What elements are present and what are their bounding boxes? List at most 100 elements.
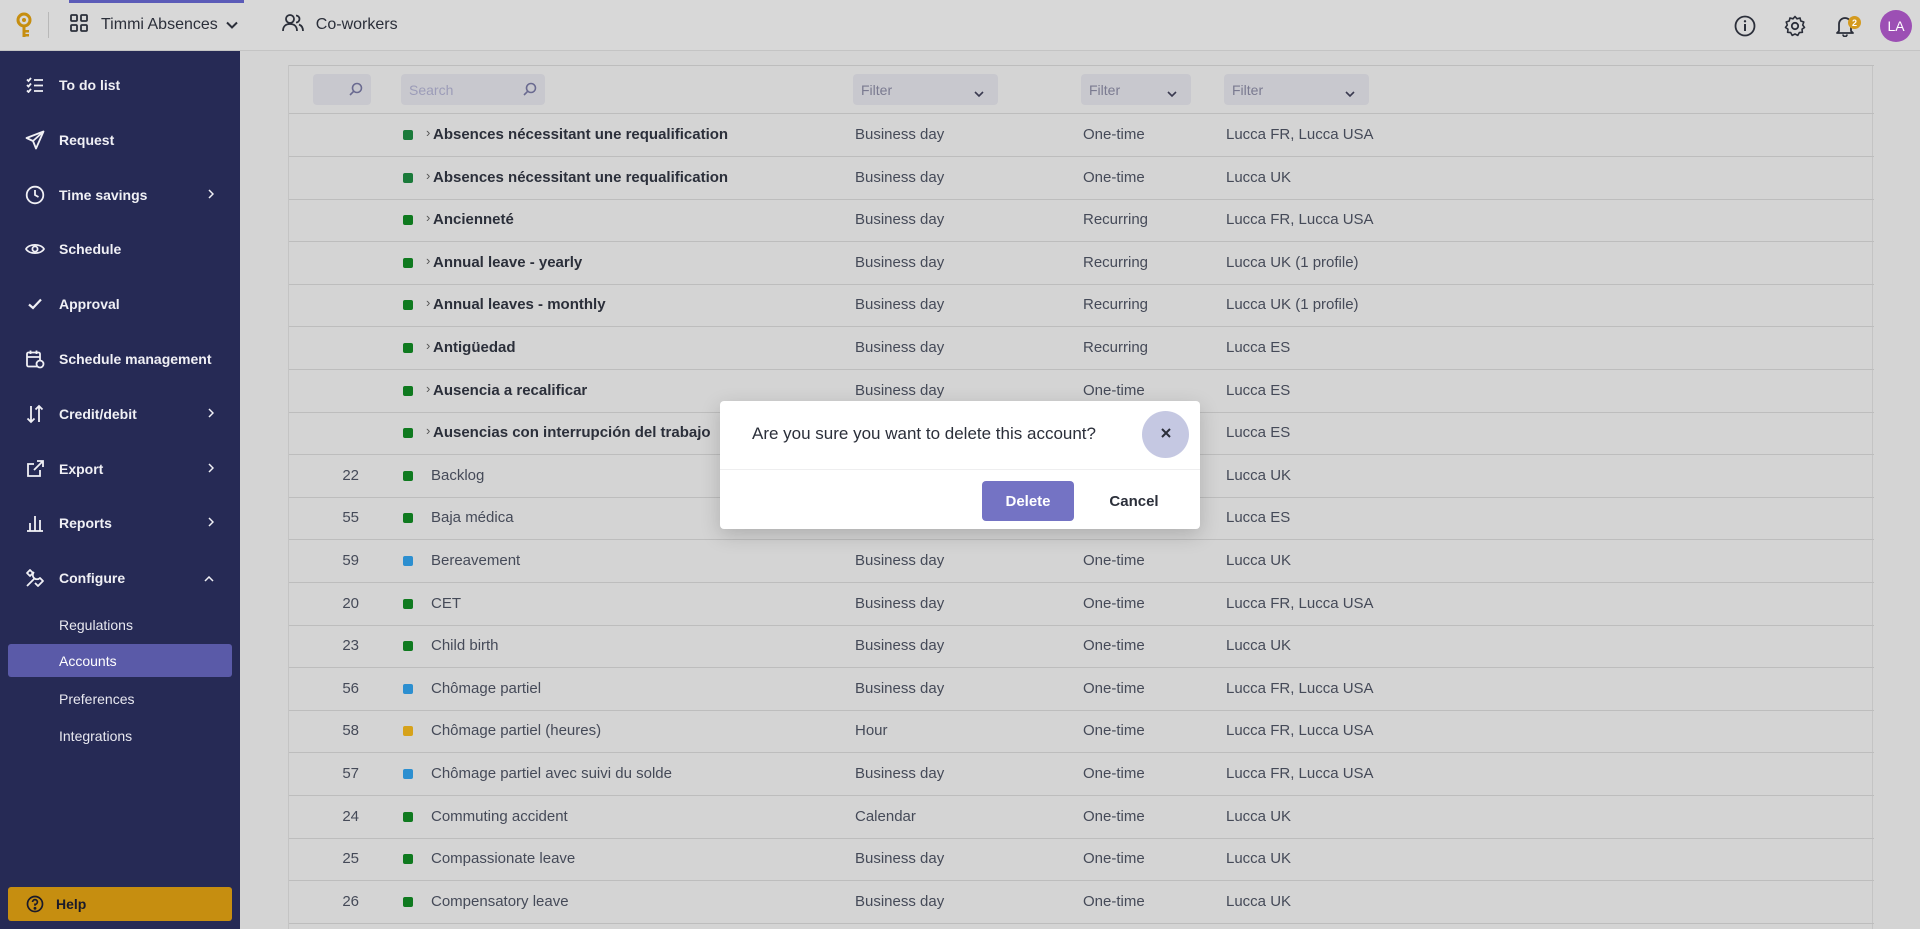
table-row[interactable]: Ancienneté Business day Recurring Lucca FR,…: [289, 199, 1874, 243]
account-name[interactable]: Ausencias con interrupción del trabajo: [426, 423, 711, 441]
type-filter-select[interactable]: Filter: [1081, 74, 1191, 105]
table-row[interactable]: Antigüedad Business day Recurring Lucca ES: [289, 327, 1874, 370]
table-row[interactable]: 24 Commuting accident Calendar One-time Lucc…: [289, 796, 1874, 839]
account-id: 56: [342, 679, 359, 697]
eye-icon: [25, 239, 45, 259]
account-color-swatch: [403, 683, 413, 694]
account-name[interactable]: Antigüedad: [426, 338, 515, 356]
sidebar-subitem-preferences[interactable]: Preferences: [8, 682, 232, 715]
account-scope: Lucca FR, Lucca USA: [1226, 126, 1374, 143]
table-row[interactable]: 23 Child birth Business day One-time Lucca U…: [289, 625, 1874, 669]
lucca-logo-icon[interactable]: [0, 12, 48, 38]
account-unit: Business day: [855, 552, 945, 569]
sidebar-item-time-savings[interactable]: Time savings: [0, 173, 240, 217]
sidebar-subitem-accounts[interactable]: Accounts: [8, 644, 232, 677]
account-color-swatch: [403, 172, 413, 183]
sidebar-item-credit-debit[interactable]: Credit/debit: [0, 392, 240, 436]
account-name: Commuting accident: [431, 807, 568, 825]
account-name[interactable]: Absences nécessitant une requalification: [426, 168, 728, 186]
account-name[interactable]: Annual leaves - monthly: [426, 295, 606, 313]
sidebar-item-schedule[interactable]: Schedule: [0, 227, 240, 271]
account-type: One-time: [1083, 892, 1145, 910]
table-row[interactable]: Annual leave - yearly Business day Recurri…: [289, 242, 1874, 285]
sidebar-item-label: Reports: [59, 515, 112, 531]
account-scope: Lucca UK: [1226, 168, 1292, 186]
account-name[interactable]: Ancienneté: [426, 210, 514, 228]
sidebar-item-schedule-management[interactable]: Schedule management: [0, 337, 240, 381]
table-row[interactable]: 59 Bereavement Business day One-time Lucca U…: [289, 540, 1874, 583]
sidebar: To do list Request Time savings Schedule…: [0, 51, 240, 929]
table-row[interactable]: 58 Chômage partiel (heures) Hour One-time Lu…: [289, 710, 1874, 754]
account-type: One-time: [1083, 552, 1145, 569]
sidebar-subitem-integrations[interactable]: Integrations: [8, 719, 232, 752]
account-scope: Lucca FR, Lucca USA: [1226, 722, 1374, 740]
chevron-right-icon: [208, 460, 215, 478]
account-unit: Business day: [855, 892, 945, 910]
account-scope: Lucca UK: [1226, 552, 1292, 569]
account-scope: Lucca UK: [1226, 807, 1292, 825]
account-id: 26: [342, 892, 359, 910]
sidebar-item-reports[interactable]: Reports: [0, 501, 240, 545]
sidebar-item-configure[interactable]: Configure: [0, 556, 240, 600]
close-icon: [1160, 426, 1172, 444]
scope-filter-select[interactable]: Filter: [1224, 74, 1369, 105]
checklist-icon: [25, 75, 45, 95]
table-row[interactable]: 56 Chômage partiel Business day One-time Luc…: [289, 668, 1874, 711]
sidebar-item-request[interactable]: Request: [0, 118, 240, 162]
filter-row: Search Filter Filter Filter: [289, 65, 1874, 114]
settings-gear-icon[interactable]: [1770, 0, 1820, 51]
account-name[interactable]: Absences nécessitant une requalification: [426, 125, 728, 143]
close-button[interactable]: [1142, 411, 1189, 458]
coworkers-link[interactable]: Co-workers: [281, 13, 398, 38]
account-id: 23: [342, 637, 359, 655]
table-row[interactable]: 25 Compassionate leave Business day One-tim…: [289, 838, 1874, 882]
account-scope: Lucca FR, Lucca USA: [1226, 211, 1374, 229]
search-placeholder: Search: [409, 81, 454, 98]
account-unit: Business day: [855, 339, 945, 356]
account-scope: Lucca UK: [1226, 466, 1292, 484]
account-color-swatch: [403, 428, 413, 439]
name-search-input[interactable]: Search: [401, 74, 545, 105]
topbar-divider: [48, 12, 49, 38]
user-avatar[interactable]: LA: [1880, 9, 1912, 42]
question-circle-icon: [26, 895, 44, 913]
account-name[interactable]: Ausencia a recalificar: [426, 381, 587, 399]
account-color-swatch: [403, 300, 413, 311]
account-color-swatch: [403, 130, 413, 140]
delete-button[interactable]: Delete: [982, 481, 1074, 521]
table-row[interactable]: 20 CET Business day One-time Lucca FR, Lucca…: [289, 583, 1874, 626]
chevron-down-icon: [1167, 85, 1177, 101]
filter-placeholder: Filter: [861, 81, 893, 98]
sidebar-item-export[interactable]: Export: [0, 447, 240, 491]
account-type: Recurring: [1083, 296, 1149, 314]
id-search-input[interactable]: [313, 74, 371, 105]
account-name[interactable]: Annual leave - yearly: [426, 253, 582, 271]
cancel-button[interactable]: Cancel: [1092, 481, 1176, 521]
sidebar-item-to-do-list[interactable]: To do list: [0, 63, 240, 107]
account-type: Recurring: [1083, 339, 1149, 356]
account-color-swatch: [403, 513, 413, 524]
unit-filter-select[interactable]: Filter: [853, 74, 998, 105]
table-row[interactable]: Absences nécessitant une requalification…: [289, 114, 1874, 157]
account-name: Child birth: [431, 637, 499, 655]
account-unit: Business day: [855, 765, 945, 782]
table-row[interactable]: 57 Chômage partiel avec suivi du solde Bus…: [289, 753, 1874, 796]
account-color-swatch: [403, 896, 413, 907]
users-icon: [281, 13, 304, 38]
help-button[interactable]: Help: [8, 887, 232, 921]
sidebar-subitem-regulations[interactable]: Regulations: [8, 608, 232, 641]
account-type: One-time: [1083, 637, 1145, 655]
filter-placeholder: Filter: [1232, 81, 1264, 98]
app-switcher[interactable]: Timmi Absences: [69, 0, 244, 51]
sidebar-item-approval[interactable]: Approval: [0, 282, 240, 326]
table-row[interactable]: Annual leaves - monthly Business day Recur…: [289, 284, 1874, 328]
account-unit: Business day: [855, 296, 945, 314]
table-row[interactable]: Absences nécessitant une requalification…: [289, 157, 1874, 200]
account-unit: Business day: [855, 126, 945, 143]
paper-plane-icon: [25, 130, 45, 150]
account-color-swatch: [403, 556, 413, 566]
notifications-bell-icon[interactable]: 2: [1820, 0, 1870, 51]
info-icon[interactable]: [1720, 0, 1770, 51]
table-row[interactable]: 26 Compensatory leave Business day One-time…: [289, 881, 1874, 924]
apps-grid-icon: [69, 13, 89, 38]
